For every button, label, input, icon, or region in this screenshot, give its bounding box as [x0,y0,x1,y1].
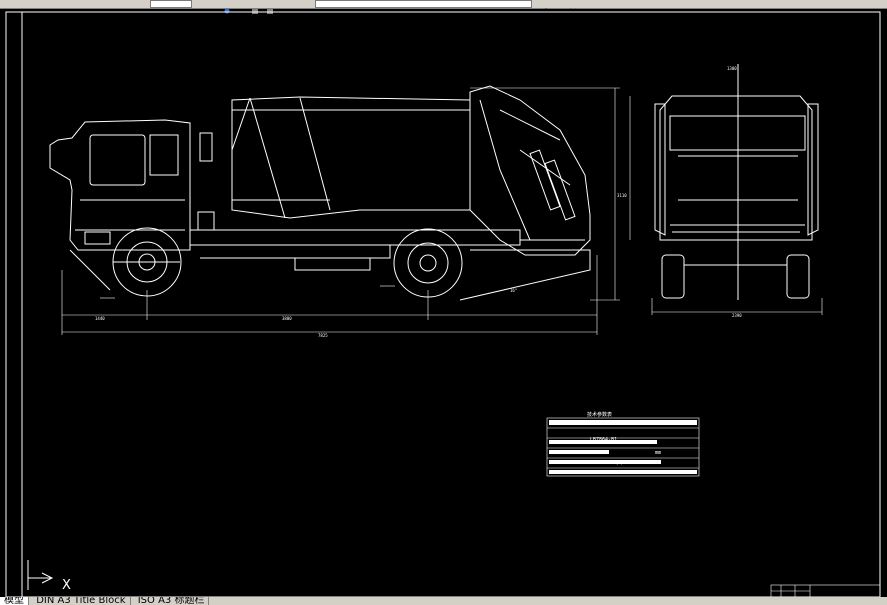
cad-drawing [5,11,881,598]
drawing-canvas[interactable]: 技术参数表 LBZ864-B1 mm QC/T26412-1946 7825 1… [0,8,887,602]
dim-overall-length: 7825 [318,333,328,338]
table-row-3: QC/T26412-1946 [615,460,658,466]
side-dimension-lines [61,87,620,335]
close-icon[interactable] [568,0,578,15]
style-dropdown[interactable] [315,0,532,8]
properties-icon[interactable] [250,0,260,14]
dim-overall-height: 3110 [617,193,627,198]
layer-dropdown[interactable] [150,0,192,8]
parameters-table [546,417,700,477]
ucs-x-label: X [62,578,71,593]
ucs-axis-icon [27,560,54,590]
table-row-2: mm [655,450,662,456]
table-header: 技术参数表 [587,412,613,418]
tab-iso-a3[interactable]: ISO A3 标题栏 [134,597,210,605]
rear-dimension-lines [629,96,823,315]
settings-icon[interactable] [265,0,275,14]
dim-wheelbase: 3800 [282,316,292,321]
dim-rear-width: 2390 [732,313,742,318]
corner-title-block [770,584,881,598]
layout-tabs: 模型 DIN A3 Title Block ISO A3 标题栏 [0,597,887,605]
tab-din-a3[interactable]: DIN A3 Title Block [32,597,131,605]
table-row-1: LBZ864-B1 [590,437,618,443]
dim-top-width: 1300 [727,66,737,71]
dim-angle: 16° [510,288,518,293]
layer-icon[interactable] [222,0,232,14]
help-icon[interactable] [540,0,550,15]
truck-side-view [49,85,591,301]
truck-rear-view [654,64,819,300]
dim-front-overhang: 1440 [95,316,105,321]
tab-model[interactable]: 模型 [0,597,29,605]
